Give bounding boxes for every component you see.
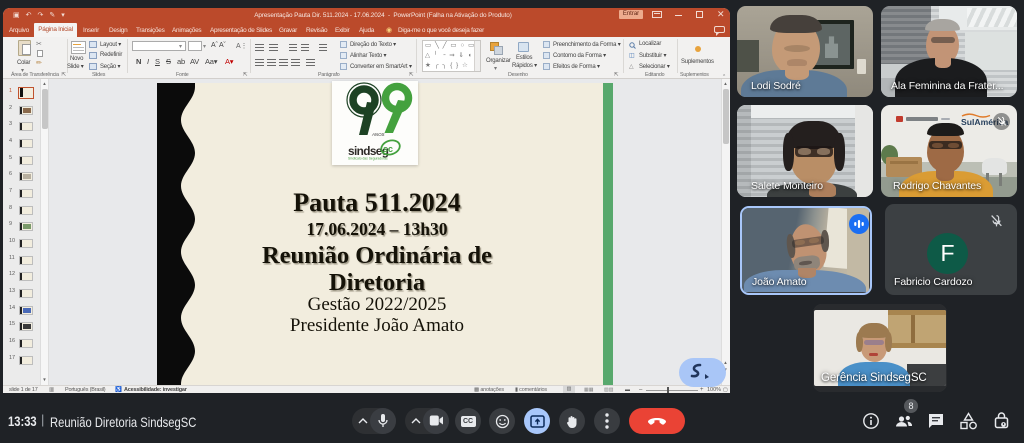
svg-text:sc: sc	[383, 144, 393, 154]
svg-text:Sindicato das Seguradoras: Sindicato das Seguradoras	[348, 157, 388, 161]
svg-text:ANOS: ANOS	[371, 132, 385, 137]
